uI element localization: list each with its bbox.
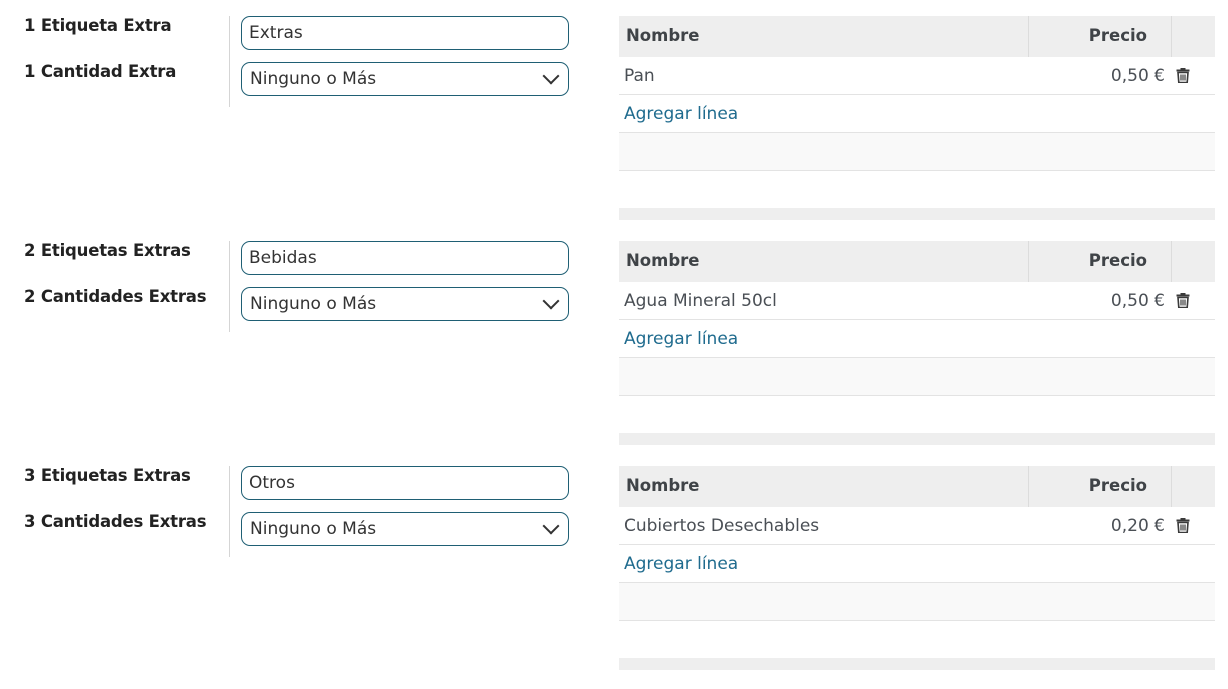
- divider: [229, 466, 230, 557]
- table-header: Nombre Precio: [619, 241, 1215, 282]
- extras-table-2: Nombre Precio Agua Mineral 50cl 0,50 € A…: [619, 241, 1215, 445]
- row-price: 0,20 €: [1110, 516, 1165, 536]
- add-line-link[interactable]: Agregar línea: [624, 320, 738, 358]
- add-line-link[interactable]: Agregar línea: [624, 545, 738, 583]
- extra-quantity-2-label: 2 Cantidades Extras: [24, 287, 207, 306]
- extras-group-1: 1 Etiqueta Extra 1 Cantidad Extra Ningun…: [0, 0, 1228, 225]
- column-header-price[interactable]: Precio: [1089, 241, 1147, 282]
- add-line-row: Agregar línea: [619, 320, 1215, 358]
- extra-quantity-1-select[interactable]: Ninguno o Más: [241, 62, 569, 96]
- empty-row: [619, 583, 1215, 621]
- select-value: Ninguno o Más: [250, 69, 377, 89]
- add-line-link[interactable]: Agregar línea: [624, 95, 738, 133]
- extra-quantity-3-label: 3 Cantidades Extras: [24, 512, 207, 531]
- extra-label-3-input[interactable]: [241, 466, 569, 500]
- add-line-row: Agregar línea: [619, 545, 1215, 583]
- extras-group-2: 2 Etiquetas Extras 2 Cantidades Extras N…: [0, 225, 1228, 450]
- column-header-price[interactable]: Precio: [1089, 16, 1147, 57]
- extra-quantity-2-select[interactable]: Ninguno o Más: [241, 287, 569, 321]
- table-footer: [619, 658, 1215, 670]
- divider: [229, 241, 230, 332]
- select-value: Ninguno o Más: [250, 519, 377, 539]
- extras-table-1: Nombre Precio Pan 0,50 € Agregar línea: [619, 16, 1215, 220]
- extra-quantity-3-select[interactable]: Ninguno o Más: [241, 512, 569, 546]
- chevron-down-icon: [542, 292, 560, 310]
- column-header-price[interactable]: Precio: [1089, 466, 1147, 507]
- table-header: Nombre Precio: [619, 466, 1215, 507]
- row-price: 0,50 €: [1110, 291, 1165, 311]
- table-footer: [619, 433, 1215, 445]
- trash-icon[interactable]: [1176, 293, 1190, 308]
- extra-label-2-label: 2 Etiquetas Extras: [24, 241, 191, 260]
- extra-label-1-input[interactable]: [241, 16, 569, 50]
- row-price: 0,50 €: [1110, 66, 1165, 86]
- empty-row: [619, 133, 1215, 171]
- row-name: Agua Mineral 50cl: [624, 291, 777, 311]
- extras-group-3: 3 Etiquetas Extras 3 Cantidades Extras N…: [0, 450, 1228, 675]
- chevron-down-icon: [542, 517, 560, 535]
- add-line-row: Agregar línea: [619, 95, 1215, 133]
- extra-label-3-label: 3 Etiquetas Extras: [24, 466, 191, 485]
- extra-label-2-input[interactable]: [241, 241, 569, 275]
- chevron-down-icon: [542, 67, 560, 85]
- table-row[interactable]: Cubiertos Desechables 0,20 €: [619, 507, 1215, 545]
- row-name: Pan: [624, 66, 655, 86]
- table-row[interactable]: Agua Mineral 50cl 0,50 €: [619, 282, 1215, 320]
- column-header-name[interactable]: Nombre: [626, 16, 699, 57]
- extra-quantity-1-label: 1 Cantidad Extra: [24, 62, 177, 81]
- table-row[interactable]: Pan 0,50 €: [619, 57, 1215, 95]
- table-header: Nombre Precio: [619, 16, 1215, 57]
- column-header-name[interactable]: Nombre: [626, 466, 699, 507]
- table-footer: [619, 208, 1215, 220]
- extra-label-1-label: 1 Etiqueta Extra: [24, 16, 172, 35]
- divider: [229, 16, 230, 107]
- trash-icon[interactable]: [1176, 68, 1190, 83]
- extras-table-3: Nombre Precio Cubiertos Desechables 0,20…: [619, 466, 1215, 670]
- trash-icon[interactable]: [1176, 518, 1190, 533]
- column-header-name[interactable]: Nombre: [626, 241, 699, 282]
- empty-row: [619, 358, 1215, 396]
- row-name: Cubiertos Desechables: [624, 516, 820, 536]
- select-value: Ninguno o Más: [250, 294, 377, 314]
